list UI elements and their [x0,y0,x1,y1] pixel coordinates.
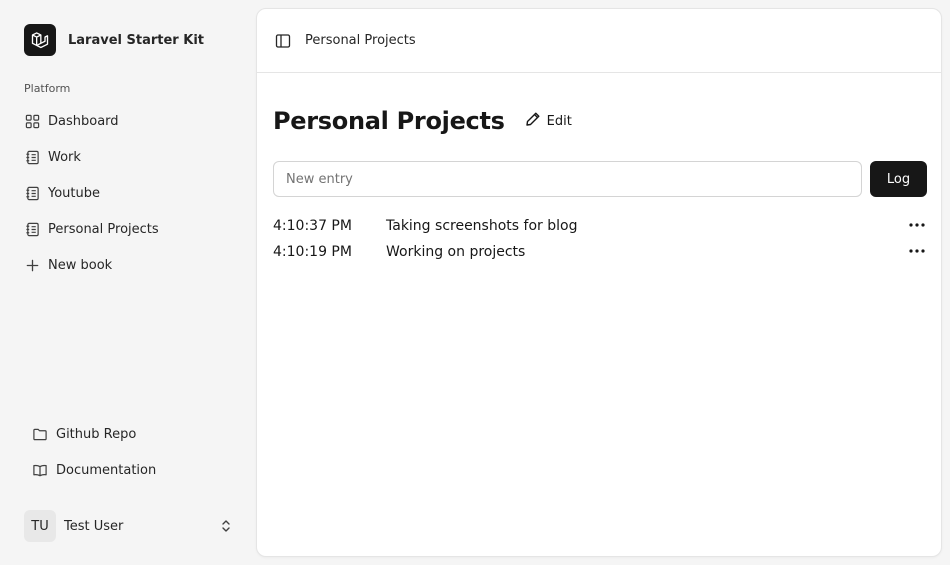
sidebar-nav: Dashboard Work Youtube Personal Projects… [24,103,234,283]
more-horizontal-icon[interactable] [907,243,927,259]
notebook-icon [24,221,40,237]
header: Personal Projects [257,9,941,73]
laravel-logo-icon [24,24,56,56]
sidebar-item-dashboard[interactable]: Dashboard [24,103,234,139]
entry-time: 4:10:37 PM [273,218,352,234]
user-menu[interactable]: TU Test User [24,508,236,544]
sidebar-item-label: Work [48,149,81,165]
sidebar-item-work[interactable]: Work [24,139,234,175]
folder-icon [32,426,48,442]
sidebar-footer-nav: Github Repo Documentation [32,416,232,488]
pencil-icon [525,111,541,131]
entry-list: 4:10:37 PM Taking screenshots for blog 4… [273,213,927,265]
edit-button[interactable]: Edit [523,107,574,135]
sidebar-item-youtube[interactable]: Youtube [24,175,234,211]
plus-icon [24,257,40,273]
user-name: Test User [64,518,124,534]
grid-icon [24,113,40,129]
sidebar-item-label: Github Repo [56,426,137,442]
log-button[interactable]: Log [870,161,927,197]
brand[interactable]: Laravel Starter Kit [24,24,204,56]
more-horizontal-icon[interactable] [907,217,927,233]
book-open-icon [32,462,48,478]
new-entry-input[interactable] [273,161,862,197]
avatar: TU [24,510,56,542]
notebook-icon [24,149,40,165]
sidebar-item-new-book[interactable]: New book [24,247,234,283]
entry-text: Working on projects [386,244,526,260]
sidebar-item-label: Youtube [48,185,100,201]
app-name: Laravel Starter Kit [68,32,204,48]
section-label-platform: Platform [24,82,71,95]
notebook-icon [24,185,40,201]
title-row: Personal Projects Edit [273,105,574,137]
edit-label: Edit [546,113,572,129]
sidebar-item-github-repo[interactable]: Github Repo [32,416,232,452]
sidebar-item-label: Documentation [56,462,157,478]
entry-text: Taking screenshots for blog [386,218,578,234]
sidebar-item-documentation[interactable]: Documentation [32,452,232,488]
page-title: Personal Projects [273,107,505,135]
sidebar-toggle-icon[interactable] [275,33,291,49]
sidebar-item-label: Personal Projects [48,221,159,237]
sidebar: Laravel Starter Kit Platform Dashboard W… [0,0,256,565]
breadcrumb[interactable]: Personal Projects [305,33,416,48]
entry-time: 4:10:19 PM [273,244,352,260]
list-item: 4:10:37 PM Taking screenshots for blog [273,213,927,239]
sidebar-item-label: Dashboard [48,113,119,129]
main-panel: Personal Projects Personal Projects Edit… [256,8,942,557]
sidebar-item-label: New book [48,257,113,273]
sidebar-item-personal-projects[interactable]: Personal Projects [24,211,234,247]
chevrons-up-down-icon [220,518,232,538]
list-item: 4:10:19 PM Working on projects [273,239,927,265]
entry-form: Log [273,161,927,197]
